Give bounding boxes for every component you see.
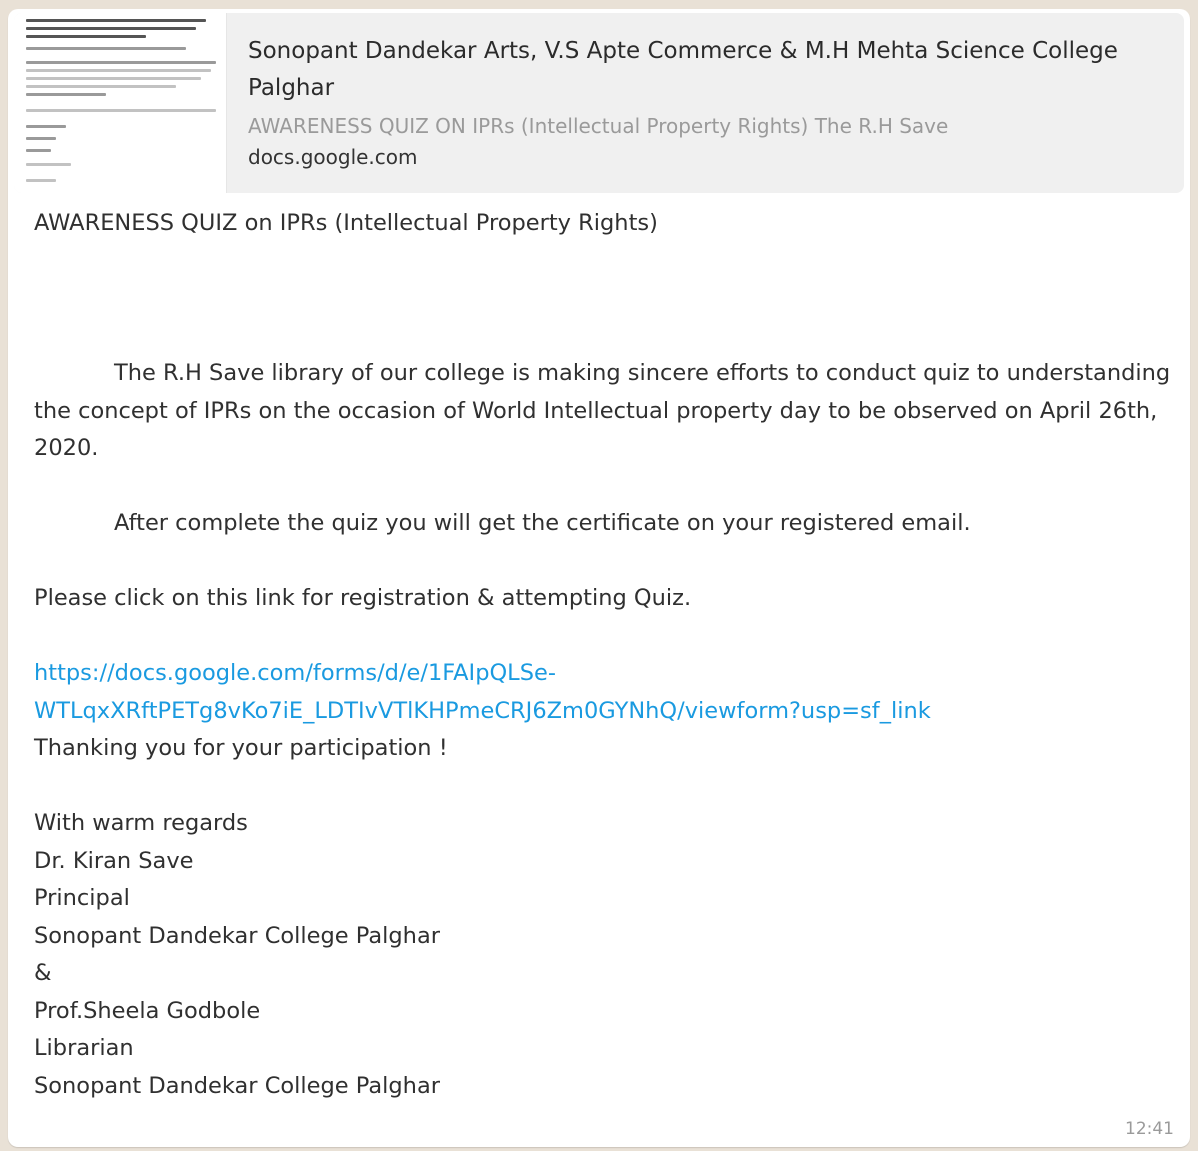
message-instruction: Please click on this link for registrati… [34, 585, 692, 611]
link-preview-thumbnail [14, 13, 227, 193]
message-timestamp: 12:41 [1125, 1119, 1174, 1139]
signature-line: Librarian [34, 1035, 134, 1061]
link-preview-domain: docs.google.com [248, 145, 418, 169]
link-preview-title: Sonopant Dandekar Arts, V.S Apte Commerc… [248, 38, 1118, 101]
signature-line: Prof.Sheela Godbole [34, 997, 261, 1024]
signature-line: Sonopant Dandekar College Palghar [34, 922, 440, 949]
message-heading: AWARENESS QUIZ on IPRs (Intellectual Pro… [34, 210, 658, 236]
message-paragraph-2: After complete the quiz you will get the… [114, 510, 971, 536]
message-text: AWARENESS QUIZ on IPRs (Intellectual Pro… [34, 205, 1184, 1105]
signature-line: With warm regards [34, 810, 248, 836]
message-bubble: Sonopant Dandekar Arts, V.S Apte Commerc… [8, 9, 1190, 1147]
link-preview-description: AWARENESS QUIZ ON IPRs (Intellectual Pro… [248, 114, 949, 138]
registration-link[interactable]: https://docs.google.com/forms/d/e/1FAIpQ… [34, 660, 931, 724]
signature-line: & [34, 960, 52, 986]
signature-line: Principal [34, 885, 130, 911]
message-thanks: Thanking you for your participation ! [34, 735, 448, 761]
message-paragraph-1: The R.H Save library of our college is m… [34, 360, 1171, 461]
signature-line: Dr. Kiran Save [34, 847, 194, 874]
signature-line: Sonopant Dandekar College Palghar [34, 1072, 440, 1099]
link-preview-card[interactable]: Sonopant Dandekar Arts, V.S Apte Commerc… [14, 13, 1184, 193]
